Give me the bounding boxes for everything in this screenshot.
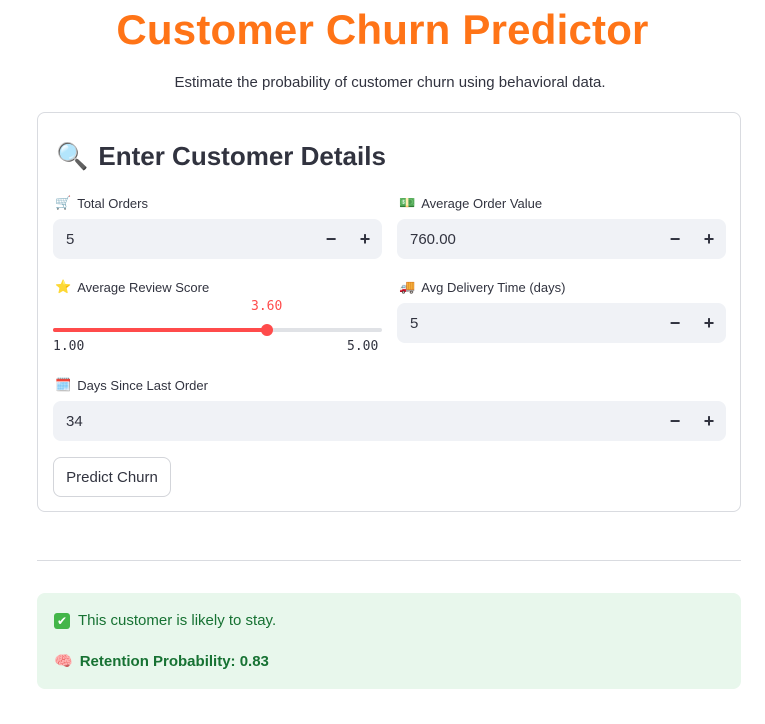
- days-since-last-order-value[interactable]: 34: [53, 413, 658, 430]
- page-title: Customer Churn Predictor: [116, 6, 649, 53]
- avg-order-value-input[interactable]: 760.00 − +: [397, 219, 726, 259]
- slider-fill: [53, 328, 267, 332]
- avg-order-value-label-text: Average Order Value: [421, 195, 543, 211]
- avg-order-value-increment-button[interactable]: +: [692, 219, 726, 259]
- brain-icon: 🧠: [54, 653, 73, 670]
- result-status-text: This customer is likely to stay.: [78, 612, 277, 629]
- section-divider: [37, 560, 741, 561]
- form-heading: 🔍 Enter Customer Details: [56, 141, 386, 172]
- total-orders-decrement-button[interactable]: −: [314, 219, 348, 259]
- money-icon: 💵: [399, 195, 416, 210]
- days-since-last-order-input[interactable]: 34 − +: [53, 401, 726, 441]
- page-subtitle: Estimate the probability of customer chu…: [174, 74, 606, 91]
- total-orders-input[interactable]: 5 − +: [53, 219, 382, 259]
- shopping-cart-icon: 🛒: [55, 195, 72, 210]
- magnifier-icon: 🔍: [56, 141, 89, 171]
- slider-min-label: 1.00: [53, 339, 85, 354]
- retention-probability: 🧠 Retention Probability: 0.83: [54, 652, 269, 671]
- avg-delivery-time-label-text: Avg Delivery Time (days): [421, 279, 566, 295]
- result-status: ✔ This customer is likely to stay.: [54, 612, 276, 629]
- days-since-last-order-decrement-button[interactable]: −: [658, 401, 692, 441]
- avg-order-value-value[interactable]: 760.00: [397, 231, 658, 248]
- total-orders-value[interactable]: 5: [53, 231, 314, 248]
- avg-review-score-slider[interactable]: [53, 319, 382, 349]
- avg-order-value-label: 💵 Average Order Value: [399, 195, 542, 211]
- avg-delivery-time-value[interactable]: 5: [397, 315, 658, 332]
- retention-probability-text: Retention Probability: 0.83: [79, 652, 269, 670]
- days-since-last-order-label-text: Days Since Last Order: [77, 377, 208, 393]
- slider-thumb[interactable]: [261, 324, 273, 336]
- avg-order-value-decrement-button[interactable]: −: [658, 219, 692, 259]
- star-icon: ⭐: [55, 279, 72, 294]
- total-orders-label-text: Total Orders: [77, 195, 148, 211]
- prediction-result-alert: ✔ This customer is likely to stay. 🧠 Ret…: [37, 593, 741, 689]
- avg-review-score-label: ⭐ Average Review Score: [55, 279, 209, 295]
- avg-review-score-value: 3.60: [251, 299, 283, 314]
- avg-delivery-time-label: 🚚 Avg Delivery Time (days): [399, 279, 565, 295]
- avg-delivery-time-increment-button[interactable]: +: [692, 303, 726, 343]
- total-orders-label: 🛒 Total Orders: [55, 195, 148, 211]
- avg-delivery-time-decrement-button[interactable]: −: [658, 303, 692, 343]
- customer-details-form: 🔍 Enter Customer Details 🛒 Total Orders …: [37, 112, 741, 512]
- calendar-icon: 🗓️: [55, 377, 72, 392]
- check-mark-icon: ✔: [54, 612, 70, 629]
- total-orders-increment-button[interactable]: +: [348, 219, 382, 259]
- avg-delivery-time-input[interactable]: 5 − +: [397, 303, 726, 343]
- avg-review-score-label-text: Average Review Score: [77, 279, 210, 295]
- days-since-last-order-label: 🗓️ Days Since Last Order: [55, 377, 208, 393]
- predict-churn-button[interactable]: Predict Churn: [53, 457, 171, 497]
- days-since-last-order-increment-button[interactable]: +: [692, 401, 726, 441]
- slider-max-label: 5.00: [347, 339, 379, 354]
- truck-icon: 🚚: [399, 279, 416, 294]
- form-heading-text: Enter Customer Details: [98, 141, 386, 171]
